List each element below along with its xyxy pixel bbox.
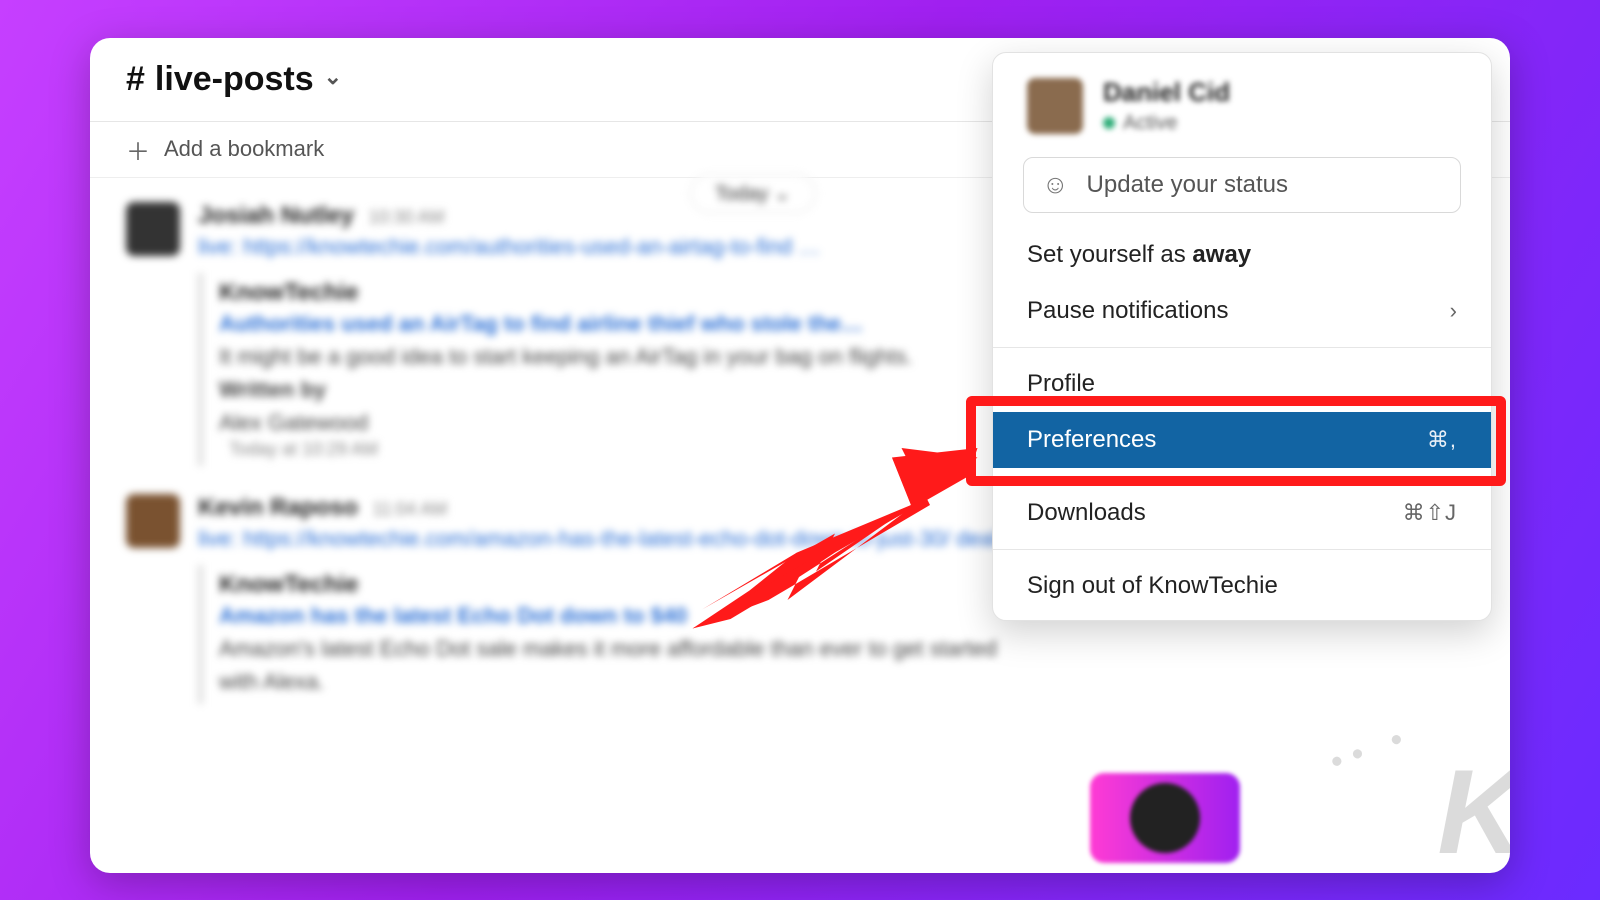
menu-item-downloads[interactable]: Downloads ⌘⇧J — [993, 485, 1491, 541]
menu-item-set-away[interactable]: Set yourself as away — [993, 227, 1491, 283]
link-preview: KnowTechie Authorities used an AirTag to… — [198, 273, 928, 466]
status-placeholder: Update your status — [1087, 171, 1288, 199]
plus-icon[interactable]: ＋ — [126, 132, 150, 167]
shortcut-label: ⌘, — [1427, 427, 1457, 453]
date-pill[interactable]: Today ⌄ — [690, 174, 816, 213]
smile-icon: ☺ — [1042, 169, 1069, 200]
menu-divider — [993, 347, 1491, 348]
channel-hash: # — [126, 60, 145, 99]
user-menu-header: Daniel Cid Active — [993, 53, 1491, 149]
watermark-dots-icon: •• • — [1325, 716, 1418, 782]
avatar — [126, 494, 180, 548]
avatar — [126, 202, 180, 256]
menu-item-signout[interactable]: Sign out of KnowTechie — [993, 558, 1491, 614]
presence-dot-icon — [1103, 117, 1115, 129]
link-preview-thumbnail — [1090, 773, 1240, 863]
channel-name: live-posts — [155, 60, 314, 99]
watermark-logo: K — [1437, 743, 1510, 873]
menu-item-profile[interactable]: Profile — [993, 356, 1491, 412]
chevron-right-icon: › — [1450, 298, 1457, 324]
message-link: live: https://knowtechie.com/authorities… — [198, 230, 928, 263]
author: Josiah Nutley — [198, 202, 354, 229]
update-status-input[interactable]: ☺ Update your status — [1023, 157, 1461, 213]
channel-title[interactable]: # live-posts ⌄ — [126, 60, 342, 99]
user-name: Daniel Cid — [1103, 77, 1230, 108]
shortcut-label: ⌘⇧J — [1403, 500, 1457, 526]
message-link: live: https://knowtechie.com/amazon-has-… — [198, 522, 1018, 555]
menu-item-preferences[interactable]: Preferences ⌘, — [993, 412, 1491, 468]
menu-item-pause-notifications[interactable]: Pause notifications › — [993, 283, 1491, 339]
user-presence: Active — [1103, 112, 1230, 135]
app-window: # live-posts ⌄ ＋ Add a bookmark Today ⌄ … — [90, 38, 1510, 873]
chevron-down-icon: ⌄ — [324, 64, 342, 90]
user-menu: Daniel Cid Active ☺ Update your status S… — [992, 52, 1492, 621]
timestamp: 10:30 AM — [369, 207, 445, 227]
timestamp: 11:04 AM — [372, 499, 447, 519]
link-preview: KnowTechie Amazon has the latest Echo Do… — [198, 565, 1055, 704]
menu-divider — [993, 549, 1491, 550]
add-bookmark-button[interactable]: Add a bookmark — [164, 136, 324, 162]
menu-divider — [993, 476, 1491, 477]
avatar — [1027, 78, 1083, 134]
author: Kevin Raposo — [198, 494, 358, 521]
